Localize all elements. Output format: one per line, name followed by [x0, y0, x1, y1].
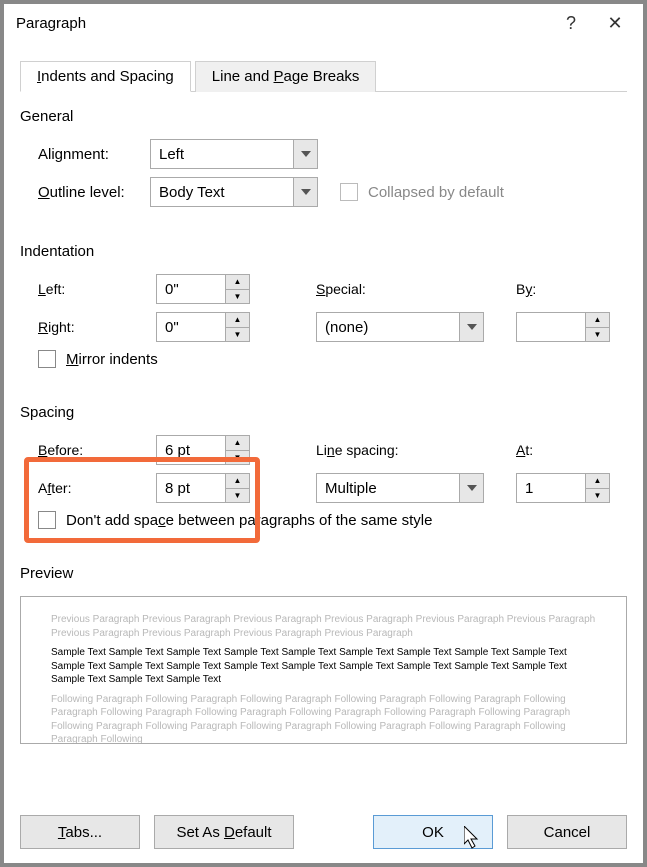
special-combo[interactable]: (none) — [316, 312, 484, 342]
group-preview-title: Preview — [20, 565, 627, 582]
mirror-label: Mirror indents — [66, 351, 158, 368]
dialog-title: Paragraph — [16, 15, 549, 32]
tab-label: Indents and Spacing — [37, 68, 174, 85]
after-spinner[interactable]: 8 pt ▲▼ — [156, 473, 250, 503]
outline-label: Outline level: — [38, 184, 150, 201]
by-value — [517, 313, 585, 341]
button-label: Tabs... — [58, 824, 102, 841]
chevron-down-icon[interactable] — [459, 313, 483, 341]
checkbox-box — [38, 350, 56, 368]
chevron-down-icon[interactable] — [293, 140, 317, 168]
left-value: 0" — [157, 275, 225, 303]
spin-up-icon[interactable]: ▲ — [586, 313, 609, 328]
by-label: By: — [516, 281, 616, 297]
spin-down-icon[interactable]: ▼ — [226, 290, 249, 304]
spin-down-icon[interactable]: ▼ — [586, 489, 609, 503]
group-spacing-title: Spacing — [20, 404, 627, 421]
preview-sample: Sample Text Sample Text Sample Text Samp… — [51, 646, 596, 687]
spin-down-icon[interactable]: ▼ — [226, 451, 249, 465]
outline-combo[interactable]: Body Text — [150, 177, 318, 207]
paragraph-dialog: Paragraph ? ✕ Indents and Spacing Line a… — [3, 3, 644, 864]
group-general-title: General — [20, 108, 627, 125]
collapsed-label: Collapsed by default — [368, 184, 504, 201]
at-spinner[interactable]: 1 ▲▼ — [516, 473, 610, 503]
checkbox-box — [340, 183, 358, 201]
button-label: OK — [422, 824, 444, 841]
outline-value: Body Text — [151, 178, 293, 206]
right-label: Right: — [38, 319, 156, 335]
cancel-button[interactable]: Cancel — [507, 815, 627, 849]
alignment-combo[interactable]: Left — [150, 139, 318, 169]
close-button[interactable]: ✕ — [593, 8, 637, 38]
button-label: Cancel — [544, 824, 591, 841]
titlebar: Paragraph ? ✕ — [4, 4, 643, 42]
tabs: Indents and Spacing Line and Page Breaks — [20, 60, 627, 92]
set-default-button[interactable]: Set As Default — [154, 815, 294, 849]
chevron-down-icon[interactable] — [293, 178, 317, 206]
help-button[interactable]: ? — [549, 8, 593, 38]
before-label: Before: — [38, 442, 156, 458]
by-spinner[interactable]: ▲▼ — [516, 312, 610, 342]
button-label: Set As Default — [176, 824, 271, 841]
after-label: After: — [38, 480, 156, 496]
tab-indents-spacing[interactable]: Indents and Spacing — [20, 61, 191, 92]
dont-add-checkbox[interactable]: Don't add space between paragraphs of th… — [38, 511, 432, 529]
line-spacing-value: Multiple — [317, 474, 459, 502]
preview-box: Previous Paragraph Previous Paragraph Pr… — [20, 596, 627, 744]
tabs-button[interactable]: Tabs... — [20, 815, 140, 849]
alignment-label: Alignment: — [38, 146, 150, 163]
line-spacing-combo[interactable]: Multiple — [316, 473, 484, 503]
preview-previous: Previous Paragraph Previous Paragraph Pr… — [51, 613, 596, 640]
spin-up-icon[interactable]: ▲ — [226, 313, 249, 328]
tab-label: Line and Page Breaks — [212, 68, 360, 85]
spin-up-icon[interactable]: ▲ — [586, 474, 609, 489]
mirror-checkbox[interactable]: Mirror indents — [38, 350, 158, 368]
before-spinner[interactable]: 6 pt ▲▼ — [156, 435, 250, 465]
chevron-down-icon[interactable] — [459, 474, 483, 502]
spin-down-icon[interactable]: ▼ — [226, 328, 249, 342]
alignment-value: Left — [151, 140, 293, 168]
left-spinner[interactable]: 0" ▲▼ — [156, 274, 250, 304]
ok-button[interactable]: OK — [373, 815, 493, 849]
collapsed-checkbox: Collapsed by default — [340, 183, 504, 201]
left-label: Left: — [38, 281, 156, 297]
spin-down-icon[interactable]: ▼ — [586, 328, 609, 342]
group-indentation-title: Indentation — [20, 243, 627, 260]
tab-line-page-breaks[interactable]: Line and Page Breaks — [195, 61, 377, 92]
at-label: At: — [516, 442, 616, 458]
checkbox-box — [38, 511, 56, 529]
preview-following: Following Paragraph Following Paragraph … — [51, 693, 596, 745]
after-value: 8 pt — [157, 474, 225, 502]
special-label: Special: — [316, 281, 486, 297]
right-spinner[interactable]: 0" ▲▼ — [156, 312, 250, 342]
right-value: 0" — [157, 313, 225, 341]
dont-add-label: Don't add space between paragraphs of th… — [66, 512, 432, 529]
special-value: (none) — [317, 313, 459, 341]
at-value: 1 — [517, 474, 585, 502]
spin-down-icon[interactable]: ▼ — [226, 489, 249, 503]
before-value: 6 pt — [157, 436, 225, 464]
spin-up-icon[interactable]: ▲ — [226, 436, 249, 451]
spin-up-icon[interactable]: ▲ — [226, 474, 249, 489]
spin-up-icon[interactable]: ▲ — [226, 275, 249, 290]
line-spacing-label: Line spacing: — [316, 442, 486, 458]
footer: Tabs... Set As Default OK Cancel — [20, 815, 627, 849]
